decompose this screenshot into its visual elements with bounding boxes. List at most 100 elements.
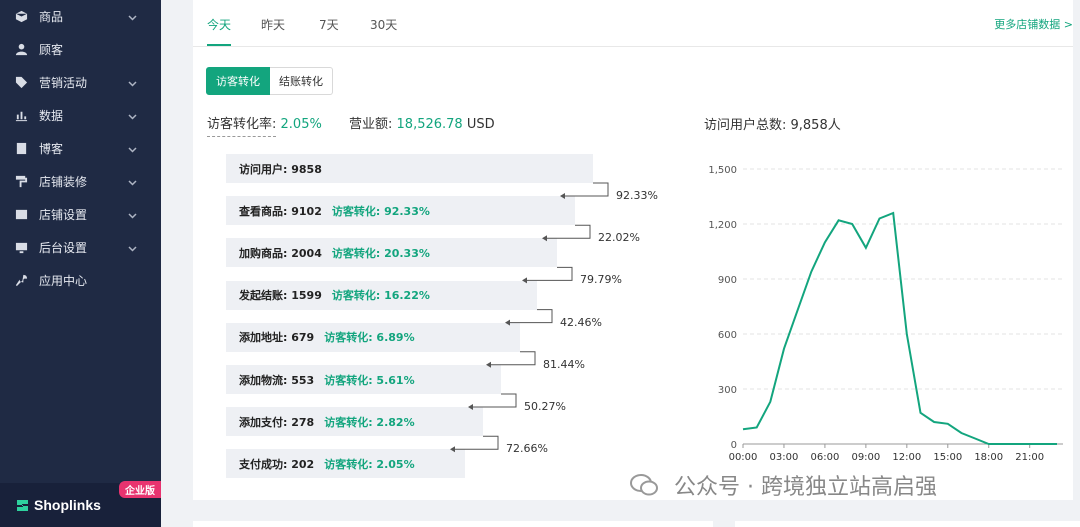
tab-yesterday[interactable]: 昨天 [261, 16, 285, 33]
tag-icon [14, 76, 28, 90]
chevron-down-icon [128, 242, 137, 252]
revenue-label: 营业额: [349, 117, 393, 132]
sidebar: 商品顾客营销活动数据博客店铺装修店铺设置后台设置应用中心 Shoplinks 企… [0, 0, 161, 527]
funnel-step-label: 添加地址: 679 [239, 331, 315, 345]
sidebar-item-label: 后台设置 [39, 241, 88, 255]
x-tick-label: 15:00 [933, 452, 962, 463]
funnel-step-conversion: 访客转化: 92.33% [331, 204, 430, 218]
sidebar-item-6[interactable]: 店铺设置 [0, 198, 161, 231]
funnel-step-label: 发起结账: 1599 [239, 289, 322, 303]
sidebar-item-label: 顾客 [39, 43, 64, 57]
funnel-bar: 发起结账: 1599 访客转化: 16.22% [226, 280, 537, 310]
step-rate: 92.33% [616, 189, 658, 202]
funnel-bar: 添加物流: 553 访客转化: 5.61% [226, 365, 501, 394]
step-arrow-line [473, 393, 517, 408]
active-tab-indicator [207, 44, 231, 46]
bottom-card-right [735, 521, 1080, 527]
tab-30days[interactable]: 30天 [370, 16, 397, 33]
y-tick-label: 600 [718, 330, 737, 341]
sidebar-item-0[interactable]: 商品 [0, 0, 161, 33]
conversion-toggle: 访客转化 结账转化 [206, 67, 333, 95]
chevron-down-icon [128, 209, 137, 219]
conversion-rate-stat: 访客转化率: 2.05% [207, 113, 322, 137]
funnel-bar: 加购商品: 2004 访客转化: 20.33% [226, 238, 557, 268]
admin-settings-icon [14, 241, 28, 255]
sidebar-item-label: 营销活动 [39, 76, 88, 90]
chevron-down-icon [128, 77, 137, 87]
y-tick-label: 0 [731, 440, 737, 451]
conversion-rate-value: 2.05% [280, 117, 322, 132]
visitor-conversion-button[interactable]: 访客转化 [206, 67, 270, 95]
revenue-stat: 营业额: 18,526.78 USD [349, 113, 495, 132]
funnel-step-conversion: 访客转化: 20.33% [331, 246, 430, 260]
bottom-card-left [193, 521, 713, 527]
funnel-bar: 查看商品: 9102 访客转化: 92.33% [226, 196, 575, 226]
sidebar-item-3[interactable]: 数据 [0, 99, 161, 132]
blog-icon [14, 142, 28, 156]
x-tick-label: 21:00 [1015, 452, 1044, 463]
sidebar-item-label: 博客 [39, 142, 64, 156]
x-tick-label: 00:00 [729, 452, 758, 463]
enterprise-badge: 企业版 [119, 481, 161, 498]
chevron-down-icon [128, 11, 137, 21]
sidebar-item-label: 数据 [39, 109, 64, 123]
x-tick-label: 09:00 [851, 452, 880, 463]
step-arrow-line [547, 224, 591, 239]
y-tick-label: 1,500 [708, 165, 737, 176]
funnel-step-conversion: 访客转化: 6.89% [324, 331, 415, 345]
funnel-step-label: 加购商品: 2004 [239, 246, 322, 260]
shoplinks-logo-icon [17, 500, 28, 511]
funnel-step-label: 查看商品: 9102 [239, 204, 322, 218]
bar-chart-icon [14, 109, 28, 123]
chevron-down-icon [128, 110, 137, 120]
wrench-icon [14, 274, 28, 288]
sidebar-item-label: 商品 [39, 10, 64, 24]
sidebar-item-5[interactable]: 店铺装修 [0, 165, 161, 198]
revenue-value: 18,526.78 [396, 117, 463, 132]
sidebar-item-2[interactable]: 营销活动 [0, 66, 161, 99]
sidebar-item-1[interactable]: 顾客 [0, 33, 161, 66]
funnel-bar: 添加地址: 679 访客转化: 6.89% [226, 322, 520, 352]
box-icon [14, 10, 28, 24]
more-store-data-link[interactable]: 更多店铺数据 > [994, 16, 1073, 32]
step-rate: 72.66% [506, 442, 548, 456]
funnel-bar: 支付成功: 202 访客转化: 2.05% [226, 449, 465, 479]
tab-today[interactable]: 今天 [207, 16, 231, 33]
revenue-unit: USD [466, 117, 495, 132]
step-rate: 50.27% [524, 400, 566, 413]
brand-name: Shoplinks [34, 497, 101, 513]
funnel-step-conversion: 访客转化: 5.61% [324, 373, 415, 387]
x-tick-label: 18:00 [974, 452, 1003, 463]
tab-7days[interactable]: 7天 [319, 16, 339, 33]
funnel-step-conversion: 访客转化: 2.82% [324, 415, 415, 429]
checkout-conversion-button[interactable]: 结账转化 [270, 67, 333, 95]
brand-logo[interactable]: Shoplinks 企业版 [0, 481, 161, 527]
visitors-series-line [742, 211, 1057, 445]
watermark: 公众号 · 跨境独立站高启强 [630, 469, 937, 501]
x-tick-label: 06:00 [810, 452, 839, 463]
sidebar-item-7[interactable]: 后台设置 [0, 231, 161, 264]
funnel-bar: 添加支付: 278 访客转化: 2.82% [226, 407, 483, 437]
sidebar-item-8[interactable]: 应用中心 [0, 264, 161, 297]
watermark-text: 公众号 · 跨境独立站高启强 [674, 475, 937, 500]
store-settings-icon [14, 208, 28, 222]
step-rate: 42.46% [560, 315, 602, 329]
funnel-step-conversion: 访客转化: 2.05% [324, 457, 415, 471]
funnel-step-label: 添加物流: 553 [239, 373, 315, 387]
visitors-line-chart: 0 300 600 900 1,200 1,500 00:00 03:00 06:00 09:00… [708, 165, 1063, 463]
funnel-step-label: 访问用户: 9858 [239, 162, 322, 176]
user-icon [14, 43, 28, 57]
sidebar-item-label: 店铺设置 [39, 208, 88, 222]
x-tick-label: 03:00 [770, 452, 799, 463]
chevron-down-icon [128, 143, 137, 153]
funnel-step-label: 支付成功: 202 [239, 457, 315, 471]
step-arrow-line [510, 309, 553, 324]
chevron-down-icon [128, 176, 137, 186]
y-tick-label: 1,200 [708, 220, 737, 231]
step-rate: 79.79% [580, 273, 622, 287]
sidebar-item-4[interactable]: 博客 [0, 132, 161, 165]
date-tabs: 今天 昨天 7天 30天 更多店铺数据 > [193, 0, 1073, 47]
step-rate: 81.44% [543, 357, 585, 371]
conversion-rate-label: 访客转化率: [207, 117, 277, 137]
step-arrow-line [491, 351, 536, 366]
